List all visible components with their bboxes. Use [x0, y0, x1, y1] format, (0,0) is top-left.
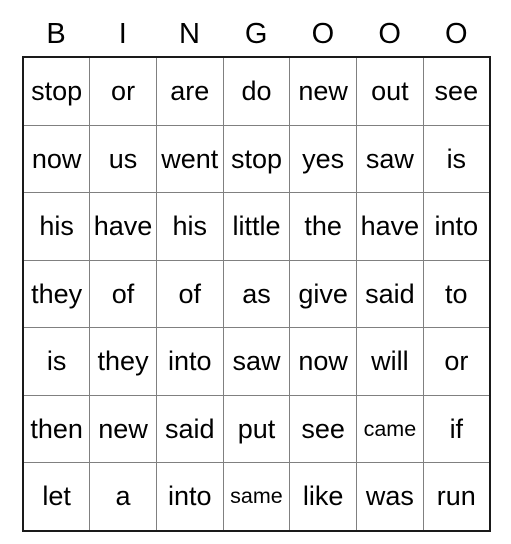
- bingo-cell-2-0[interactable]: his: [22, 192, 91, 261]
- bingo-cell-6-3[interactable]: same: [222, 462, 291, 532]
- bingo-cell-5-0[interactable]: then: [22, 394, 91, 463]
- bingo-cell-4-6[interactable]: or: [422, 327, 491, 396]
- bingo-cell-0-4[interactable]: new: [289, 56, 358, 126]
- bingo-cell-1-3[interactable]: stop: [222, 124, 291, 193]
- header-letter-0: B: [46, 18, 67, 50]
- bingo-cell-4-5[interactable]: will: [356, 327, 424, 396]
- bingo-cell-4-4[interactable]: now: [289, 327, 358, 396]
- bingo-row: is they into saw now will or: [22, 327, 491, 396]
- bingo-cell-1-1[interactable]: us: [89, 124, 157, 193]
- bingo-header-row: BINGOOO: [23, 18, 490, 57]
- header-letters: BINGOOO: [23, 18, 490, 57]
- bingo-cell-5-2[interactable]: said: [155, 394, 224, 463]
- bingo-cell-3-2[interactable]: of: [155, 259, 224, 328]
- bingo-cell-5-3[interactable]: put: [222, 394, 291, 463]
- bingo-row: his have his little the have into: [22, 192, 491, 261]
- bingo-cell-2-1[interactable]: have: [89, 192, 157, 261]
- bingo-cell-0-0[interactable]: stop: [22, 56, 91, 126]
- bingo-cell-3-3[interactable]: as: [222, 259, 291, 328]
- bingo-cell-0-2[interactable]: are: [155, 56, 224, 126]
- bingo-cell-5-6[interactable]: if: [422, 394, 491, 463]
- bingo-cell-6-4[interactable]: like: [289, 462, 358, 532]
- bingo-row: now us went stop yes saw is: [22, 124, 491, 193]
- header-letter-2: N: [179, 18, 201, 50]
- bingo-cell-3-6[interactable]: to: [422, 259, 491, 328]
- header-letter-3: G: [244, 18, 268, 50]
- bingo-cell-3-4[interactable]: give: [289, 259, 358, 328]
- bingo-grid: BINGOOO stop or are do new out see now us went sto…: [22, 18, 491, 532]
- bingo-row: stop or are do new out see: [22, 56, 491, 126]
- bingo-cell-2-4[interactable]: the: [289, 192, 358, 261]
- bingo-cell-5-1[interactable]: new: [89, 394, 157, 463]
- bingo-row: then new said put see came if: [22, 394, 491, 463]
- header-letter-1: I: [118, 18, 128, 50]
- bingo-body: stop or are do new out see now us went stop yes saw i…: [22, 56, 491, 532]
- bingo-cell-1-0[interactable]: now: [22, 124, 91, 193]
- bingo-cell-1-6[interactable]: is: [422, 124, 491, 193]
- bingo-cell-3-5[interactable]: said: [356, 259, 424, 328]
- bingo-row: let a into same like was run: [22, 462, 491, 532]
- bingo-cell-1-5[interactable]: saw: [356, 124, 424, 193]
- bingo-cell-5-4[interactable]: see: [289, 394, 358, 463]
- bingo-cell-2-2[interactable]: his: [155, 192, 224, 261]
- bingo-cell-0-1[interactable]: or: [89, 56, 157, 126]
- bingo-cell-4-1[interactable]: they: [89, 327, 157, 396]
- header-letter-6: O: [445, 18, 469, 50]
- bingo-cell-2-6[interactable]: into: [422, 192, 491, 261]
- header-letter-5: O: [378, 18, 402, 50]
- bingo-cell-3-0[interactable]: they: [22, 259, 91, 328]
- bingo-cell-0-3[interactable]: do: [222, 56, 291, 126]
- bingo-cell-2-3[interactable]: little: [222, 192, 291, 261]
- bingo-cell-0-6[interactable]: see: [422, 56, 491, 126]
- bingo-cell-4-2[interactable]: into: [155, 327, 224, 396]
- bingo-row: they of of as give said to: [22, 259, 491, 328]
- bingo-cell-0-5[interactable]: out: [356, 56, 424, 126]
- header-letter-4: O: [311, 18, 335, 50]
- bingo-card: BINGOOO stop or are do new out see now us went sto…: [22, 18, 491, 532]
- bingo-cell-5-5[interactable]: came: [356, 394, 424, 463]
- bingo-cell-1-2[interactable]: went: [155, 124, 224, 193]
- bingo-cell-4-3[interactable]: saw: [222, 327, 291, 396]
- bingo-cell-3-1[interactable]: of: [89, 259, 157, 328]
- bingo-cell-6-6[interactable]: run: [422, 462, 491, 532]
- bingo-cell-6-1[interactable]: a: [89, 462, 157, 532]
- bingo-cell-6-0[interactable]: let: [22, 462, 91, 532]
- bingo-cell-1-4[interactable]: yes: [289, 124, 358, 193]
- bingo-cell-4-0[interactable]: is: [22, 327, 91, 396]
- bingo-cell-6-5[interactable]: was: [356, 462, 424, 532]
- bingo-cell-6-2[interactable]: into: [155, 462, 224, 532]
- bingo-cell-2-5[interactable]: have: [356, 192, 424, 261]
